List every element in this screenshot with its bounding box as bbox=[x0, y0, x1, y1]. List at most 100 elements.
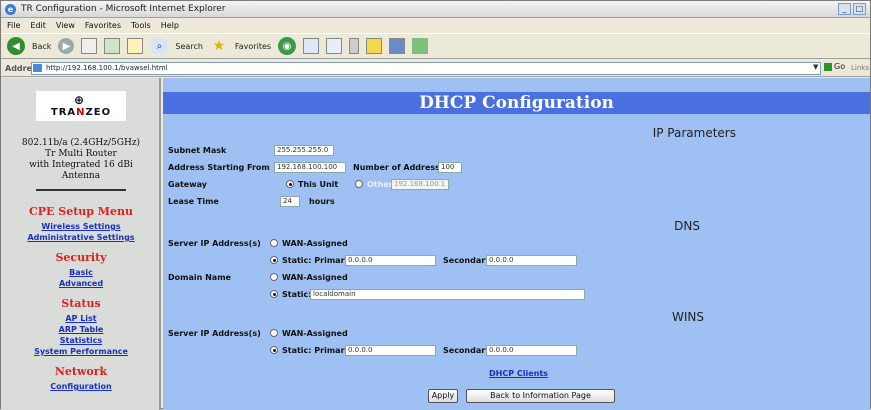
gateway-label: Gateway bbox=[168, 180, 207, 189]
menu-edit[interactable]: Edit bbox=[30, 19, 46, 33]
logo-word-part: TRA bbox=[50, 107, 77, 118]
dns-wan-assigned-radio[interactable] bbox=[270, 239, 278, 247]
favorites-button[interactable]: Favorites bbox=[235, 42, 271, 51]
dns-static-radio[interactable] bbox=[270, 256, 278, 264]
wins-wan-assigned-radio[interactable] bbox=[270, 329, 278, 337]
chevron-down-icon[interactable]: ▼ bbox=[813, 63, 821, 73]
back-button[interactable]: Back bbox=[32, 42, 51, 51]
dns-server-ip-label: Server IP Address(s) bbox=[168, 239, 261, 248]
sidebar: ⊕ TRANZEO 802.11b/a (2.4GHz/5GHz) Tr Mul… bbox=[1, 78, 161, 410]
lease-time-label: Lease Time bbox=[168, 197, 219, 206]
sidebar-item-configuration[interactable]: Configuration bbox=[1, 382, 161, 391]
sidebar-item-statistics[interactable]: Statistics bbox=[1, 336, 161, 345]
subnet-mask-label: Subnet Mask bbox=[168, 146, 227, 155]
domain-wan-assigned-label: WAN-Assigned bbox=[282, 273, 348, 282]
domain-name-label: Domain Name bbox=[168, 273, 231, 282]
lease-hours-label: hours bbox=[309, 197, 335, 206]
links-button[interactable]: Links bbox=[851, 64, 869, 72]
back-to-information-button[interactable]: Back to Information Page bbox=[466, 389, 615, 403]
menu-tools[interactable]: Tools bbox=[131, 19, 151, 33]
product-desc-4: Antenna bbox=[61, 171, 101, 181]
go-label: Go bbox=[834, 62, 846, 71]
toolbar: ◀ Back ▶ ⌕ Search ★ Favorites ◉ bbox=[1, 33, 870, 59]
tranzeo-logo: ⊕ TRANZEO bbox=[36, 91, 126, 121]
product-desc-2: Tr Multi Router bbox=[45, 149, 117, 159]
dns-primary-input[interactable]: 0.0.0.0 bbox=[345, 255, 436, 266]
address-start-label: Address Starting From bbox=[168, 163, 270, 172]
home-icon[interactable] bbox=[127, 38, 144, 54]
apply-button[interactable]: Apply bbox=[428, 389, 458, 403]
edit-icon[interactable] bbox=[366, 38, 383, 54]
dns-heading: DNS bbox=[674, 219, 700, 233]
domain-static-label: Static: bbox=[282, 290, 312, 299]
ip-parameters-heading: IP Parameters bbox=[652, 126, 736, 140]
refresh-icon[interactable] bbox=[104, 38, 121, 54]
search-icon[interactable]: ⌕ bbox=[150, 37, 169, 55]
go-arrow-icon bbox=[824, 62, 832, 71]
stop-icon[interactable] bbox=[81, 38, 98, 54]
dns-wan-assigned-label: WAN-Assigned bbox=[282, 239, 348, 248]
search-button[interactable]: Search bbox=[175, 42, 202, 51]
lease-time-input[interactable]: 24 bbox=[280, 196, 300, 207]
go-button[interactable]: Go bbox=[824, 62, 845, 71]
gateway-other-radio[interactable] bbox=[355, 180, 363, 188]
menu-favorites[interactable]: Favorites bbox=[85, 19, 121, 33]
logo-word-part-2: ZEO bbox=[85, 107, 112, 118]
product-desc-1: 802.11b/a (2.4GHz/5GHz) bbox=[21, 138, 141, 148]
sidebar-item-basic[interactable]: Basic bbox=[1, 268, 161, 277]
wins-secondary-input[interactable]: 0.0.0.0 bbox=[486, 345, 577, 356]
address-input[interactable]: http://192.168.100.1/bvawsel.html bbox=[31, 62, 821, 75]
maximize-button[interactable]: □ bbox=[853, 3, 866, 15]
back-arrow-icon[interactable]: ◀ bbox=[7, 37, 25, 55]
history-icon[interactable] bbox=[303, 38, 320, 54]
domain-name-input[interactable]: localdomain bbox=[310, 289, 585, 300]
gateway-this-unit-label: This Unit bbox=[298, 180, 339, 189]
favorites-star-icon[interactable]: ★ bbox=[210, 37, 228, 55]
main-panel: DHCP Configuration IP Parameters Subnet … bbox=[163, 78, 870, 410]
dns-secondary-input[interactable]: 0.0.0.0 bbox=[486, 255, 577, 266]
security-heading: Security bbox=[55, 251, 107, 264]
subnet-mask-input[interactable]: 255.255.255.0 bbox=[274, 145, 334, 156]
dhcp-clients-link[interactable]: DHCP Clients bbox=[489, 369, 548, 378]
browser-window: e TR Configuration - Microsoft Internet … bbox=[0, 0, 871, 410]
mail-icon[interactable] bbox=[326, 38, 343, 54]
address-bar: Address http://192.168.100.1/bvawsel.htm… bbox=[1, 60, 870, 77]
logo-mark-icon: ⊕ bbox=[74, 93, 85, 107]
window-title: TR Configuration - Microsoft Internet Ex… bbox=[21, 4, 226, 14]
menu-view[interactable]: View bbox=[56, 19, 75, 33]
wins-server-ip-label: Server IP Address(s) bbox=[168, 329, 261, 338]
address-start-input[interactable]: 192.168.100.100 bbox=[274, 162, 346, 173]
page-content: ⊕ TRANZEO 802.11b/a (2.4GHz/5GHz) Tr Mul… bbox=[1, 78, 870, 410]
sidebar-item-arp-table[interactable]: ARP Table bbox=[1, 325, 161, 334]
domain-wan-assigned-radio[interactable] bbox=[270, 273, 278, 281]
menu-help[interactable]: Help bbox=[161, 19, 179, 33]
minimize-button[interactable]: _ bbox=[838, 3, 851, 15]
messenger-icon[interactable] bbox=[412, 38, 429, 54]
media-icon[interactable]: ◉ bbox=[278, 37, 297, 55]
wins-heading: WINS bbox=[672, 310, 704, 324]
status-heading: Status bbox=[61, 297, 101, 310]
ie-logo-icon: e bbox=[5, 4, 16, 15]
sidebar-item-advanced[interactable]: Advanced bbox=[1, 279, 161, 288]
sidebar-item-ap-list[interactable]: AP List bbox=[1, 314, 161, 323]
gateway-this-unit-radio[interactable] bbox=[286, 180, 294, 188]
title-bar: e TR Configuration - Microsoft Internet … bbox=[1, 1, 870, 18]
wins-secondary-label: Secondary bbox=[443, 346, 491, 355]
menu-file[interactable]: File bbox=[7, 19, 20, 33]
number-of-addresses-input[interactable]: 100 bbox=[438, 162, 462, 173]
wins-static-radio[interactable] bbox=[270, 346, 278, 354]
forward-arrow-icon[interactable]: ▶ bbox=[58, 38, 75, 54]
discuss-icon[interactable] bbox=[389, 38, 406, 54]
domain-static-radio[interactable] bbox=[270, 290, 278, 298]
network-heading: Network bbox=[54, 365, 108, 378]
wins-wan-assigned-label: WAN-Assigned bbox=[282, 329, 348, 338]
number-of-addresses-label: Number of Addresses bbox=[353, 163, 451, 172]
wins-primary-input[interactable]: 0.0.0.0 bbox=[345, 345, 436, 356]
sidebar-item-system-performance[interactable]: System Performance bbox=[1, 347, 161, 356]
gateway-other-input[interactable]: 192.168.100.1 bbox=[391, 179, 449, 190]
sidebar-item-wireless-settings[interactable]: Wireless Settings bbox=[1, 222, 161, 231]
logo-wordmark: TRANZEO bbox=[38, 107, 124, 118]
print-icon[interactable] bbox=[349, 38, 360, 54]
dns-secondary-label: Secondary bbox=[443, 256, 491, 265]
sidebar-item-administrative-settings[interactable]: Administrative Settings bbox=[1, 233, 161, 242]
